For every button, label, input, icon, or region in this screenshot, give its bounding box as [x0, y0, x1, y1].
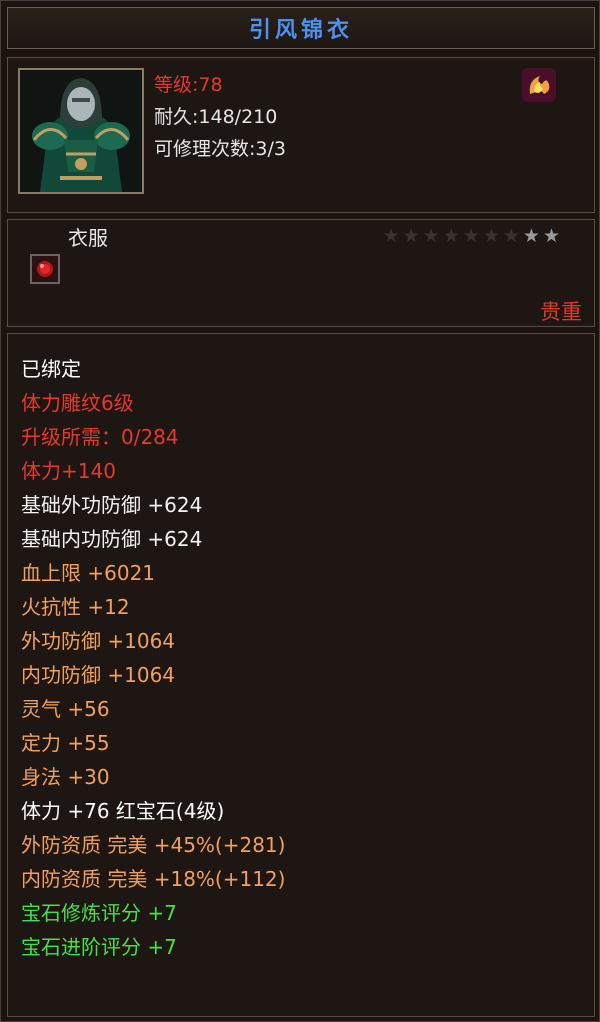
star-icon: ★ — [462, 225, 480, 247]
level-line: 等级:78 — [154, 70, 223, 97]
rarity-label: 贵重 — [540, 300, 582, 324]
attribute-line: 宝石进阶评分 +7 — [21, 935, 177, 959]
attribute-line: 升级所需：0/284 — [21, 425, 179, 449]
enhance-stars: ★ ★ ★ ★ ★ ★ ★ ★ ★ — [383, 224, 560, 248]
item-header: 等级:78 耐久:148/210 可修理次数:3/3 — [7, 57, 595, 213]
attribute-line: 内防资质 完美 +18%(+112) — [21, 867, 286, 891]
flame-dragon-icon — [522, 68, 556, 102]
star-icon: ★ — [522, 225, 540, 247]
attribute-line: 体力 +76 红宝石(4级) — [21, 799, 225, 823]
level-label: 等级 — [154, 74, 193, 96]
star-icon: ★ — [482, 225, 500, 247]
attribute-list: 已绑定体力雕纹6级升级所需：0/284 体力+140 基础外功防御 +624 基础内功… — [7, 333, 595, 1017]
attribute-line: 已绑定 — [21, 357, 81, 381]
item-tooltip: 引风锦衣 等级:78 耐久:148/210 可修理次数:3/3 衣服 ★ ★ ★… — [0, 0, 600, 1022]
star-icon: ★ — [382, 225, 400, 247]
item-type: 衣服 — [68, 226, 108, 250]
attribute-line: 体力雕纹6级 — [21, 391, 134, 415]
star-icon: ★ — [422, 225, 440, 247]
repair-count: 可修理次数:3/3 — [154, 138, 286, 160]
attribute-line: 血上限 +6021 — [21, 561, 156, 585]
item-name: 引风锦衣 — [248, 17, 353, 43]
attribute-line: 体力+140 — [21, 459, 116, 483]
attribute-line: 外功防御 +1064 — [21, 629, 176, 653]
ruby-gem-icon — [30, 254, 60, 284]
armor-portrait-icon — [18, 68, 144, 194]
attribute-line: 外防资质 完美 +45%(+281) — [21, 833, 286, 857]
star-icon: ★ — [542, 225, 560, 247]
level-value: :78 — [192, 74, 223, 96]
durability: 耐久:148/210 — [154, 106, 278, 128]
star-icon: ★ — [502, 225, 520, 247]
star-icon: ★ — [402, 225, 420, 247]
attribute-line: 灵气 +56 — [21, 697, 110, 721]
star-icon: ★ — [442, 225, 460, 247]
item-type-panel: 衣服 ★ ★ ★ ★ ★ ★ ★ ★ ★ 贵重 — [7, 219, 595, 327]
attribute-line: 火抗性 +12 — [21, 595, 130, 619]
attribute-line: 内功防御 +1064 — [21, 663, 176, 687]
attribute-line: 身法 +30 — [21, 765, 110, 789]
title-bar: 引风锦衣 — [7, 7, 595, 49]
attribute-line: 定力 +55 — [21, 731, 110, 755]
attribute-line: 基础外功防御 +624 — [21, 493, 203, 517]
attribute-line: 宝石修炼评分 +7 — [21, 901, 177, 925]
attribute-line: 基础内功防御 +624 — [21, 527, 203, 551]
